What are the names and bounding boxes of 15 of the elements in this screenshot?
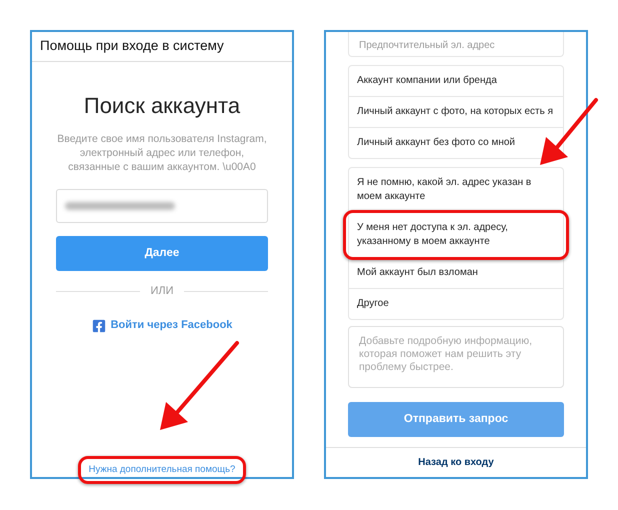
option-item[interactable]: Личный аккаунт без фото со мной	[349, 128, 563, 158]
page-title: Поиск аккаунта	[84, 92, 240, 120]
screen-header: Помощь при входе в систему	[32, 32, 292, 62]
facebook-icon	[92, 318, 106, 332]
option-item[interactable]: Личный аккаунт с фото, на которых есть я	[349, 97, 563, 127]
option-item[interactable]: Аккаунт компании или бренда	[349, 66, 563, 96]
details-field[interactable]: Добавьте подробную информацию, которая поможет нам решить эту проблему быстрее.	[348, 326, 564, 388]
username-field[interactable]	[56, 188, 268, 223]
option-item[interactable]: У меня нет доступа к эл. адресу, указанному в моем аккаунте	[349, 213, 563, 257]
option-item[interactable]: Мой аккаунт был взломан	[349, 258, 563, 288]
option-item[interactable]: Другое	[349, 289, 563, 319]
or-divider-label: ИЛИ	[150, 284, 174, 299]
option-item[interactable]: Я не помню, какой эл. адрес указан в моем аккаунте	[349, 168, 563, 212]
back-to-login-link[interactable]: Назад ко входу	[418, 455, 494, 470]
description-text: Введите свое имя пользователя Instagram, электронный адрес или телефон, связанные с вашим аккаунтом. \u00A0	[56, 132, 268, 174]
